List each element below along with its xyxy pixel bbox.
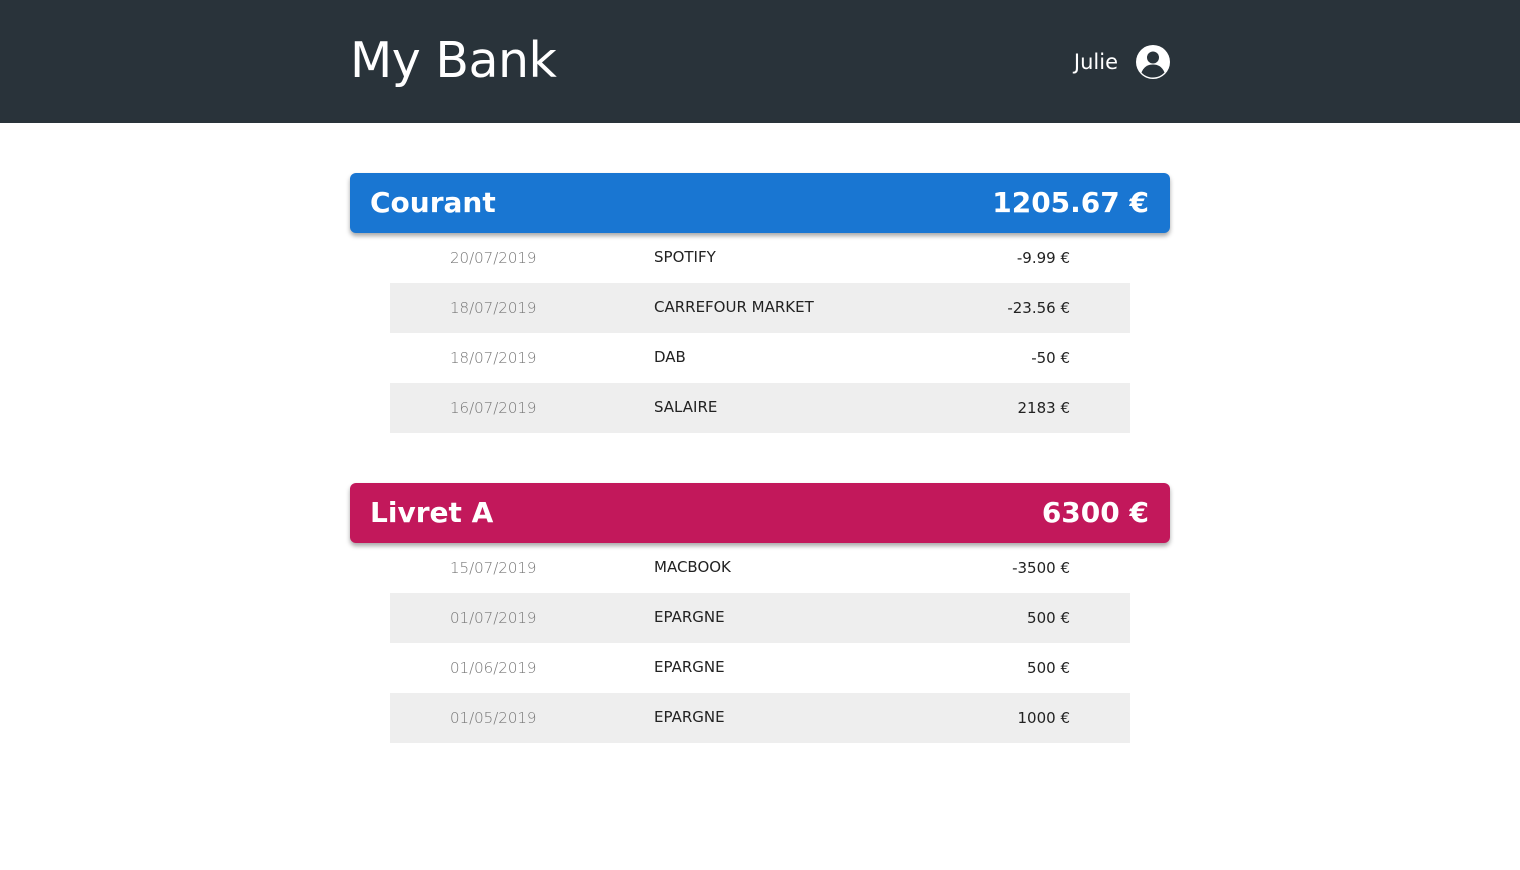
app-title[interactable]: My Bank: [350, 28, 557, 94]
transaction-amount: 500 €: [1027, 609, 1070, 627]
transaction-row[interactable]: 18/07/2019 DAB -50 €: [390, 333, 1130, 383]
account-livret-a: Livret A 6300 € 15/07/2019 MACBOOK -3500…: [350, 483, 1170, 743]
transaction-row[interactable]: 16/07/2019 SALAIRE 2183 €: [390, 383, 1130, 433]
transaction-row[interactable]: 20/07/2019 SPOTIFY -9.99 €: [390, 233, 1130, 283]
account-name: Courant: [370, 186, 496, 219]
transaction-label: EPARGNE: [654, 708, 725, 726]
transaction-date: 18/07/2019: [450, 349, 537, 367]
user-menu[interactable]: Julie: [1040, 43, 1170, 81]
transaction-amount: -23.56 €: [1007, 299, 1070, 317]
transaction-date: 20/07/2019: [450, 249, 537, 267]
transaction-amount: -3500 €: [1012, 559, 1070, 577]
account-header-courant[interactable]: Courant 1205.67 €: [350, 173, 1170, 233]
transaction-row[interactable]: 18/07/2019 CARREFOUR MARKET -23.56 €: [390, 283, 1130, 333]
transaction-amount: 1000 €: [1017, 709, 1071, 727]
account-balance: 6300 €: [1041, 496, 1149, 529]
transaction-date: 01/06/2019: [450, 659, 537, 677]
transaction-date: 16/07/2019: [450, 399, 537, 417]
transaction-date: 01/07/2019: [450, 609, 537, 627]
transaction-label: CARREFOUR MARKET: [654, 298, 814, 316]
transaction-date: 01/05/2019: [450, 709, 537, 727]
transaction-label: MACBOOK: [654, 558, 731, 576]
transaction-amount: 2183 €: [1017, 399, 1071, 417]
transaction-label: SALAIRE: [654, 398, 718, 416]
transaction-row[interactable]: 01/07/2019 EPARGNE 500 €: [390, 593, 1130, 643]
transaction-label: EPARGNE: [654, 608, 725, 626]
transaction-date: 15/07/2019: [450, 559, 537, 577]
transaction-label: DAB: [654, 348, 686, 366]
transaction-amount: -50 €: [1031, 349, 1070, 367]
transaction-label: SPOTIFY: [654, 248, 716, 266]
account-balance: 1205.67 €: [992, 186, 1149, 219]
transaction-list: 15/07/2019 MACBOOK -3500 € 01/07/2019 EP…: [390, 543, 1130, 743]
account-name: Livret A: [370, 496, 494, 529]
account-header-livret-a[interactable]: Livret A 6300 €: [350, 483, 1170, 543]
transaction-label: EPARGNE: [654, 658, 725, 676]
user-circle-icon[interactable]: [1136, 44, 1170, 80]
top-navbar: My Bank Julie: [0, 0, 1520, 123]
transaction-list: 20/07/2019 SPOTIFY -9.99 € 18/07/2019 CA…: [390, 233, 1130, 433]
transaction-date: 18/07/2019: [450, 299, 537, 317]
transaction-amount: -9.99 €: [1016, 249, 1070, 267]
transaction-row[interactable]: 01/05/2019 EPARGNE 1000 €: [390, 693, 1130, 743]
account-courant: Courant 1205.67 € 20/07/2019 SPOTIFY -9.…: [350, 173, 1170, 433]
user-name[interactable]: Julie: [1074, 49, 1118, 75]
transaction-row[interactable]: 01/06/2019 EPARGNE 500 €: [390, 643, 1130, 693]
transaction-amount: 500 €: [1027, 659, 1070, 677]
transaction-row[interactable]: 15/07/2019 MACBOOK -3500 €: [390, 543, 1130, 593]
